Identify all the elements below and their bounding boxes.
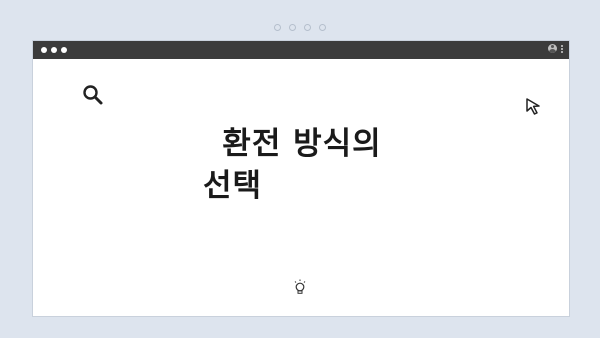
cursor-icon [525, 97, 545, 121]
search-icon [82, 84, 104, 110]
page-dot[interactable] [304, 24, 311, 31]
slide-page: 환전 방식의 선택 [0, 0, 600, 338]
window-control-maximize[interactable] [61, 47, 67, 53]
page-dot[interactable] [319, 24, 326, 31]
page-dot[interactable] [274, 24, 281, 31]
avatar-icon[interactable] [548, 44, 557, 53]
slide-title-line1: 환전 방식의 [222, 126, 382, 162]
browser-window: 환전 방식의 선택 [32, 40, 570, 317]
slide-title-line2: 선택 [203, 168, 263, 204]
window-titlebar [33, 41, 569, 59]
titlebar-actions [548, 44, 563, 53]
page-dot[interactable] [289, 24, 296, 31]
lightbulb-icon [293, 279, 307, 299]
window-controls [41, 47, 67, 53]
window-control-minimize[interactable] [51, 47, 57, 53]
window-control-close[interactable] [41, 47, 47, 53]
kebab-menu-icon[interactable] [561, 44, 563, 53]
slide-title: 환전 방식의 선택 [33, 123, 571, 207]
page-indicator [0, 24, 600, 31]
